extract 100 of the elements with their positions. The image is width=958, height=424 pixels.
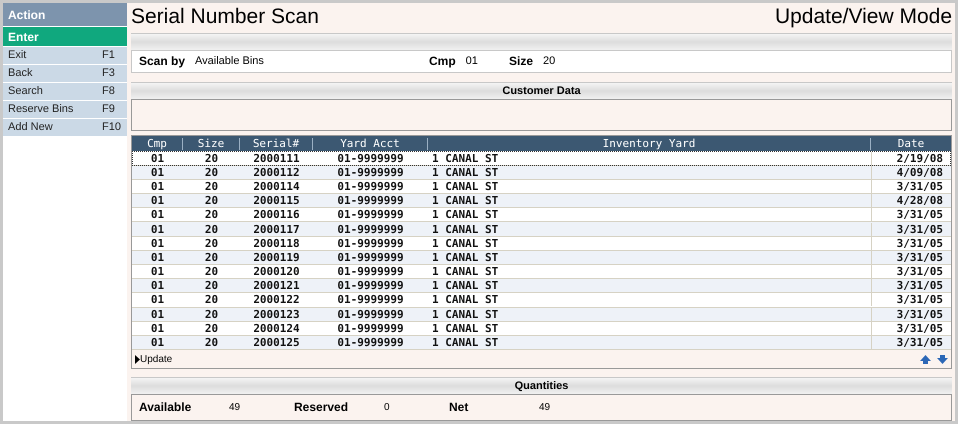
inventory-yard-cell-text: 1 CANAL ST — [431, 279, 500, 292]
cmp-cell-text: 01 — [150, 322, 166, 335]
table-row[interactable]: 01 20 2000118 01-9999999 1 CANAL ST 3/31/05 — [132, 236, 951, 251]
arrow-down-icon[interactable] — [937, 354, 948, 364]
inventory-yard-cell-text: 1 CANAL ST — [431, 236, 500, 250]
arrow-up-icon[interactable] — [920, 354, 931, 364]
date-cell: 3/31/05 — [871, 236, 951, 250]
yard-acct-cell-text: 01-9999999 — [336, 180, 405, 193]
yard-acct-cell-text: 01-9999999 — [336, 236, 405, 250]
field-label: Cmp — [429, 53, 456, 70]
date-cell: 3/31/05 — [871, 222, 951, 236]
field-label: Net — [449, 399, 470, 416]
date-cell: 3/31/05 — [871, 180, 951, 193]
yard-acct-cell-text: 01-9999999 — [336, 336, 405, 349]
play-icon — [135, 354, 140, 364]
yard-acct-cell-text: 01-9999999 — [336, 265, 405, 278]
yard-acct-cell-text: 01-9999999 — [336, 293, 405, 306]
field-label: Scan by — [139, 53, 186, 70]
date-cell: 4/09/08 — [871, 166, 951, 179]
update-link[interactable]: Update — [140, 352, 172, 367]
table-row[interactable]: 01 20 2000117 01-9999999 1 CANAL ST 3/31/05 — [132, 222, 951, 237]
date-cell: 3/31/05 — [871, 322, 951, 335]
column-header: Size — [183, 138, 240, 150]
column-header: Date — [896, 138, 926, 150]
table-row[interactable]: 01 20 2000121 01-9999999 1 CANAL ST 3/31/05 — [132, 279, 951, 294]
table-row[interactable]: 01 20 2000120 01-9999999 1 CANAL ST 3/31/05 — [132, 264, 951, 280]
date-cell: 3/31/05 — [871, 293, 951, 306]
column-header: Cmp — [132, 138, 183, 150]
cmp-cell-text: 01 — [150, 222, 166, 236]
cmp-cell-text: 01 — [150, 250, 166, 264]
mode-label: Update/View Mode — [774, 4, 952, 30]
inventory-yard-cell-text: 1 CANAL ST — [431, 152, 500, 165]
cmp-cell-text: 01 — [150, 293, 166, 306]
cmp-cell-text: 01 — [150, 265, 166, 278]
date-cell: 3/31/05 — [871, 265, 951, 278]
sidebar-item[interactable]: Search F8 — [3, 83, 127, 100]
size-cell-text: 20 — [204, 308, 220, 321]
yard-acct-cell-text: 01-9999999 — [336, 166, 405, 179]
inventory-yard-cell-text: 1 CANAL ST — [431, 180, 500, 193]
serial-cell-text: 2000112 — [252, 166, 301, 179]
cmp-cell-text: 01 — [150, 208, 166, 222]
serial-cell-text: 2000118 — [252, 236, 301, 250]
size-cell-text: 20 — [204, 336, 220, 349]
size-cell-text: 20 — [204, 236, 220, 250]
size-cell-text: 20 — [204, 194, 220, 208]
table-row[interactable]: 01 20 2000116 01-9999999 1 CANAL ST 3/31/05 — [132, 208, 951, 222]
table-row[interactable]: 01 20 2000114 01-9999999 1 CANAL ST 3/31/05 — [132, 180, 951, 194]
table-row[interactable]: 01 20 2000119 01-9999999 1 CANAL ST 3/31/05 — [132, 250, 951, 265]
serial-cell-text: 2000111 — [252, 152, 301, 165]
serial-cell-text: 2000119 — [252, 250, 301, 264]
size-cell-text: 20 — [204, 208, 220, 222]
date-cell: 2/19/08 — [871, 152, 951, 165]
column-header: Inventory Yard — [428, 138, 871, 150]
table-row[interactable]: 01 20 2000111 01-9999999 1 CANAL ST 2/19/08 — [132, 151, 951, 166]
yard-acct-cell-text: 01-9999999 — [336, 194, 405, 208]
cmp-cell-text: 01 — [150, 180, 166, 193]
sidebar-item[interactable]: Back F3 — [3, 65, 127, 82]
cmp-cell-text: 01 — [150, 308, 166, 321]
table-row[interactable]: 01 20 2000124 01-9999999 1 CANAL ST 3/31/05 — [132, 322, 951, 336]
serial-cell-text: 2000125 — [252, 336, 301, 349]
sidebar-item[interactable]: Exit F1 — [3, 47, 127, 64]
cmp-cell-text: 01 — [150, 336, 166, 349]
serial-cell-text: 2000114 — [252, 180, 301, 193]
column-header: Yard Acct — [313, 138, 428, 150]
inventory-yard-cell-text: 1 CANAL ST — [431, 250, 500, 264]
yard-acct-cell-text: 01-9999999 — [336, 208, 405, 222]
inventory-yard-cell-text: 1 CANAL ST — [431, 222, 500, 236]
size-cell-text: 20 — [204, 180, 220, 193]
table-row[interactable]: 01 20 2000122 01-9999999 1 CANAL ST 3/31/05 — [132, 293, 951, 308]
yard-acct-cell-text: 01-9999999 — [336, 322, 405, 335]
yard-acct-cell-text: 01-9999999 — [336, 152, 405, 165]
serial-cell-text: 2000121 — [252, 279, 301, 292]
table-row[interactable]: 01 20 2000125 01-9999999 1 CANAL ST 3/31/05 — [132, 336, 951, 350]
page-title: Serial Number Scan — [131, 4, 319, 30]
sidebar-title: Action — [3, 3, 127, 26]
field-value: 49 — [229, 400, 240, 415]
size-cell-text: 20 — [204, 322, 220, 335]
table-row[interactable]: 01 20 2000112 01-9999999 1 CANAL ST 4/09/08 — [132, 166, 951, 180]
field-value: Available Bins — [195, 54, 264, 70]
field-label: Reserved — [294, 399, 350, 416]
size-cell-text: 20 — [204, 293, 220, 306]
date-cell: 3/31/05 — [871, 250, 951, 264]
field-value: 49 — [539, 400, 550, 415]
size-cell-text: 20 — [204, 279, 220, 292]
yard-acct-cell-text: 01-9999999 — [336, 222, 405, 236]
table-row[interactable]: 01 20 2000123 01-9999999 1 CANAL ST 3/31/05 — [132, 308, 951, 322]
table-row[interactable]: 01 20 2000115 01-9999999 1 CANAL ST 4/28/08 — [132, 194, 951, 208]
cmp-cell-text: 01 — [150, 152, 166, 165]
sidebar-item[interactable]: Add New F10 — [3, 119, 127, 136]
serial-cell-text: 2000115 — [252, 194, 301, 208]
field-value: 20 — [543, 54, 556, 70]
inventory-yard-cell-text: 1 CANAL ST — [431, 322, 500, 335]
serial-cell-text: 2000122 — [252, 293, 301, 306]
size-cell-text: 20 — [204, 250, 220, 264]
field-label: Size — [509, 53, 534, 70]
date-cell: 3/31/05 — [871, 336, 951, 349]
serial-cell-text: 2000120 — [252, 265, 301, 278]
sidebar-item[interactable]: Reserve Bins F9 — [3, 101, 127, 118]
serial-cell-text: 2000124 — [252, 322, 301, 335]
inventory-yard-cell-text: 1 CANAL ST — [431, 293, 500, 306]
